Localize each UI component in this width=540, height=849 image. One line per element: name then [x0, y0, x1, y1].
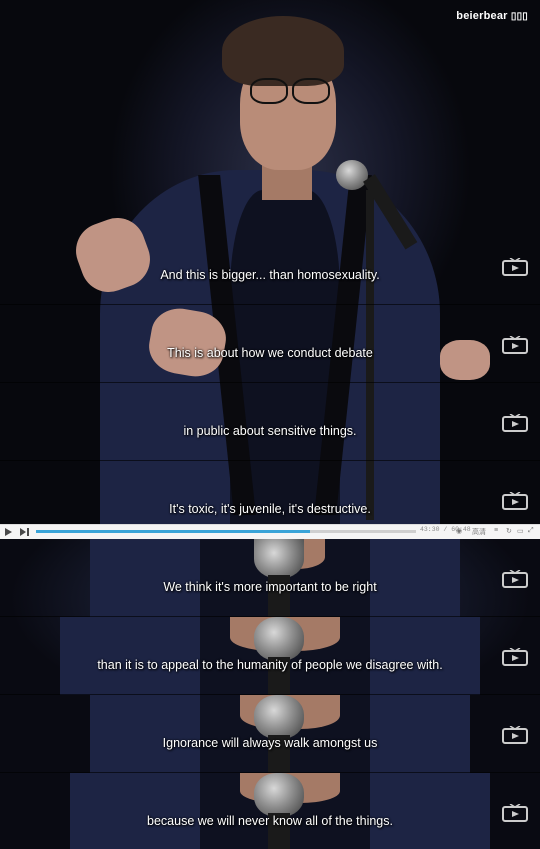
hair	[222, 16, 344, 86]
subtitle-line: We think it's more important to be right	[163, 580, 377, 594]
subtitle-line: because we will never know all of the th…	[147, 814, 393, 828]
subtitle-line: And this is bigger... than homosexuality…	[160, 268, 380, 282]
bilibili-logo-icon: ▯▯▯	[510, 11, 528, 22]
progress-fill	[36, 530, 310, 533]
strip-divider	[0, 616, 540, 617]
microphone-icon	[254, 773, 304, 817]
video-frame-close: We think it's more important to be right…	[0, 539, 540, 849]
glasses-left-icon	[250, 78, 288, 104]
tv-icon	[502, 726, 528, 744]
subtitle-line: in public about sensitive things.	[183, 424, 357, 438]
subtitle-line: This is about how we conduct debate	[167, 346, 373, 360]
tv-icon	[502, 570, 528, 588]
subtitle-line: than it is to appeal to the humanity of …	[97, 658, 443, 672]
tv-icon	[502, 336, 528, 354]
microphone-icon	[336, 160, 368, 190]
glasses-right-icon	[292, 78, 330, 104]
microphone-icon	[254, 539, 304, 579]
watermark: beierbear ▯▯▯	[456, 10, 528, 22]
subtitle-line: It's toxic, it's juvenile, it's destruct…	[169, 502, 371, 516]
microphone-icon	[254, 617, 304, 661]
fullscreen-icon[interactable]: ⤢	[528, 527, 534, 535]
strip-divider	[0, 382, 540, 383]
quality-selector[interactable]: 高清	[472, 527, 486, 537]
tv-icon	[502, 804, 528, 822]
next-icon[interactable]	[20, 528, 30, 536]
microphone-icon	[254, 695, 304, 739]
time-display: 43:30 / 60:48	[420, 526, 471, 533]
settings-icon[interactable]: ≡	[494, 527, 498, 534]
play-icon[interactable]	[5, 528, 12, 536]
strip-divider	[0, 772, 540, 773]
strip-divider	[0, 460, 540, 461]
strip-divider	[0, 694, 540, 695]
widescreen-icon[interactable]: ▭	[517, 527, 524, 535]
tv-icon	[502, 414, 528, 432]
subtitle-line: Ignorance will always walk amongst us	[162, 736, 378, 750]
strip-divider	[0, 304, 540, 305]
tv-icon	[502, 258, 528, 276]
video-frame-wide: beierbear ▯▯▯ And this is bigger... than…	[0, 0, 540, 524]
tv-icon	[502, 492, 528, 510]
loop-icon[interactable]: ↻	[506, 527, 512, 535]
tv-icon	[502, 648, 528, 666]
player-control-bar: 43:30 / 60:48 ◉ 高清 ≡ ↻ ▭ ⤢	[0, 524, 540, 540]
danmaku-icon[interactable]: ◉	[456, 527, 462, 535]
progress-bar[interactable]	[36, 530, 416, 533]
